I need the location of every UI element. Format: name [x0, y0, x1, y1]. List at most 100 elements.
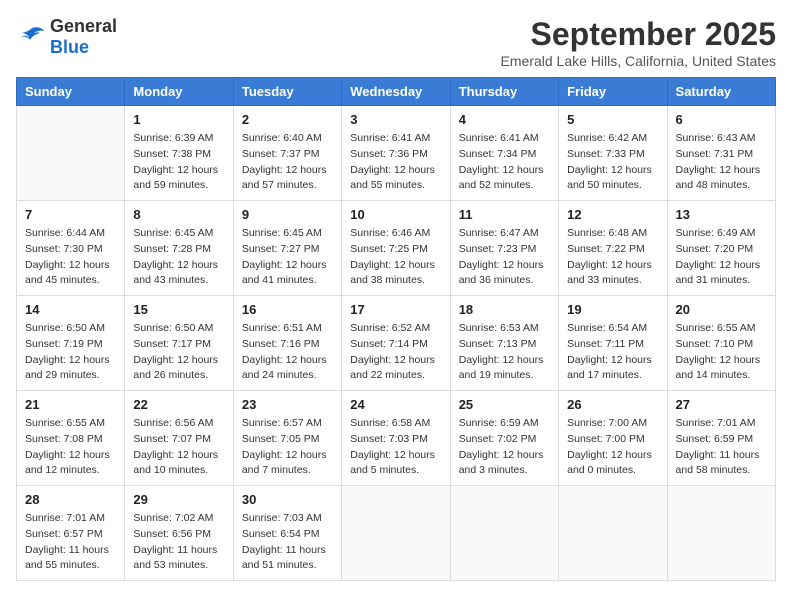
- day-number: 27: [676, 397, 767, 412]
- day-number: 12: [567, 207, 658, 222]
- day-number: 24: [350, 397, 441, 412]
- weekday-header-saturday: Saturday: [667, 78, 775, 106]
- calendar-cell: [559, 486, 667, 581]
- calendar-cell: [667, 486, 775, 581]
- calendar-cell: 12 Sunrise: 6:48 AMSunset: 7:22 PMDayligh…: [559, 201, 667, 296]
- weekday-header-row: SundayMondayTuesdayWednesdayThursdayFrid…: [17, 78, 776, 106]
- calendar-cell: 6 Sunrise: 6:43 AMSunset: 7:31 PMDaylight…: [667, 106, 775, 201]
- calendar-cell: 4 Sunrise: 6:41 AMSunset: 7:34 PMDaylight…: [450, 106, 558, 201]
- calendar-cell: 28Sunrise: 7:01 AMSunset: 6:57 PMDayligh…: [17, 486, 125, 581]
- day-info: Sunrise: 6:47 AMSunset: 7:23 PMDaylight:…: [459, 226, 550, 289]
- weekday-header-thursday: Thursday: [450, 78, 558, 106]
- day-info: Sunrise: 6:41 AMSunset: 7:34 PMDaylight:…: [459, 131, 550, 194]
- calendar-cell: 26 Sunrise: 7:00 AMSunset: 7:00 PMDayligh…: [559, 391, 667, 486]
- calendar-cell: 7 Sunrise: 6:44 AMSunset: 7:30 PMDaylight…: [17, 201, 125, 296]
- day-number: 23: [242, 397, 333, 412]
- calendar-week-row: 28Sunrise: 7:01 AMSunset: 6:57 PMDayligh…: [17, 486, 776, 581]
- calendar-cell: 1Sunrise: 6:39 AMSunset: 7:38 PMDaylight…: [125, 106, 233, 201]
- day-number: 26: [567, 397, 658, 412]
- logo-general: General: [50, 16, 117, 36]
- weekday-header-sunday: Sunday: [17, 78, 125, 106]
- day-info: Sunrise: 6:51 AMSunset: 7:16 PMDaylight:…: [242, 321, 333, 384]
- calendar-cell: 15 Sunrise: 6:50 AMSunset: 7:17 PMDayligh…: [125, 296, 233, 391]
- day-number: 8: [133, 207, 224, 222]
- day-number: 16: [242, 302, 333, 317]
- day-info: Sunrise: 6:57 AMSunset: 7:05 PMDaylight:…: [242, 416, 333, 479]
- day-number: 9: [242, 207, 333, 222]
- calendar-cell: 8 Sunrise: 6:45 AMSunset: 7:28 PMDaylight…: [125, 201, 233, 296]
- logo: General Blue: [16, 16, 117, 58]
- day-info: Sunrise: 6:44 AMSunset: 7:30 PMDaylight:…: [25, 226, 116, 289]
- calendar-cell: 13 Sunrise: 6:49 AMSunset: 7:20 PMDayligh…: [667, 201, 775, 296]
- day-number: 19: [567, 302, 658, 317]
- day-number: 29: [133, 492, 224, 507]
- calendar-cell: 16 Sunrise: 6:51 AMSunset: 7:16 PMDayligh…: [233, 296, 341, 391]
- calendar-cell: 23 Sunrise: 6:57 AMSunset: 7:05 PMDayligh…: [233, 391, 341, 486]
- day-number: 14: [25, 302, 116, 317]
- day-info: Sunrise: 6:45 AMSunset: 7:28 PMDaylight:…: [133, 226, 224, 289]
- calendar-cell: [17, 106, 125, 201]
- calendar-cell: 20Sunrise: 6:55 AMSunset: 7:10 PMDayligh…: [667, 296, 775, 391]
- month-title: September 2025: [501, 16, 776, 53]
- day-number: 21: [25, 397, 116, 412]
- calendar-week-row: 7 Sunrise: 6:44 AMSunset: 7:30 PMDaylight…: [17, 201, 776, 296]
- day-number: 1: [133, 112, 224, 127]
- day-number: 3: [350, 112, 441, 127]
- weekday-header-monday: Monday: [125, 78, 233, 106]
- day-number: 15: [133, 302, 224, 317]
- logo-blue: Blue: [50, 37, 89, 57]
- day-info: Sunrise: 7:01 AMSunset: 6:57 PMDaylight:…: [25, 511, 116, 574]
- day-info: Sunrise: 6:55 AMSunset: 7:10 PMDaylight:…: [676, 321, 767, 384]
- day-number: 6: [676, 112, 767, 127]
- calendar-cell: 21 Sunrise: 6:55 AMSunset: 7:08 PMDayligh…: [17, 391, 125, 486]
- day-info: Sunrise: 6:48 AMSunset: 7:22 PMDaylight:…: [567, 226, 658, 289]
- calendar-cell: 29 Sunrise: 7:02 AMSunset: 6:56 PMDayligh…: [125, 486, 233, 581]
- day-number: 2: [242, 112, 333, 127]
- calendar-cell: 27Sunrise: 7:01 AMSunset: 6:59 PMDayligh…: [667, 391, 775, 486]
- day-info: Sunrise: 6:41 AMSunset: 7:36 PMDaylight:…: [350, 131, 441, 194]
- day-number: 4: [459, 112, 550, 127]
- day-info: Sunrise: 7:00 AMSunset: 7:00 PMDaylight:…: [567, 416, 658, 479]
- day-info: Sunrise: 6:43 AMSunset: 7:31 PMDaylight:…: [676, 131, 767, 194]
- day-info: Sunrise: 6:45 AMSunset: 7:27 PMDaylight:…: [242, 226, 333, 289]
- day-number: 5: [567, 112, 658, 127]
- day-info: Sunrise: 6:50 AMSunset: 7:17 PMDaylight:…: [133, 321, 224, 384]
- calendar-table: SundayMondayTuesdayWednesdayThursdayFrid…: [16, 77, 776, 581]
- calendar-cell: 22 Sunrise: 6:56 AMSunset: 7:07 PMDayligh…: [125, 391, 233, 486]
- day-info: Sunrise: 6:56 AMSunset: 7:07 PMDaylight:…: [133, 416, 224, 479]
- weekday-header-wednesday: Wednesday: [342, 78, 450, 106]
- title-section: September 2025 Emerald Lake Hills, Calif…: [501, 16, 776, 69]
- calendar-cell: 17Sunrise: 6:52 AMSunset: 7:14 PMDayligh…: [342, 296, 450, 391]
- calendar-cell: 14 Sunrise: 6:50 AMSunset: 7:19 PMDayligh…: [17, 296, 125, 391]
- calendar-cell: 11 Sunrise: 6:47 AMSunset: 7:23 PMDayligh…: [450, 201, 558, 296]
- day-info: Sunrise: 6:55 AMSunset: 7:08 PMDaylight:…: [25, 416, 116, 479]
- location-subtitle: Emerald Lake Hills, California, United S…: [501, 53, 776, 69]
- calendar-cell: 19 Sunrise: 6:54 AMSunset: 7:11 PMDayligh…: [559, 296, 667, 391]
- calendar-cell: 2 Sunrise: 6:40 AMSunset: 7:37 PMDaylight…: [233, 106, 341, 201]
- day-info: Sunrise: 6:54 AMSunset: 7:11 PMDaylight:…: [567, 321, 658, 384]
- day-info: Sunrise: 6:52 AMSunset: 7:14 PMDaylight:…: [350, 321, 441, 384]
- day-info: Sunrise: 6:46 AMSunset: 7:25 PMDaylight:…: [350, 226, 441, 289]
- day-number: 11: [459, 207, 550, 222]
- calendar-cell: 9 Sunrise: 6:45 AMSunset: 7:27 PMDaylight…: [233, 201, 341, 296]
- calendar-cell: 30Sunrise: 7:03 AMSunset: 6:54 PMDayligh…: [233, 486, 341, 581]
- day-info: Sunrise: 6:50 AMSunset: 7:19 PMDaylight:…: [25, 321, 116, 384]
- day-info: Sunrise: 6:49 AMSunset: 7:20 PMDaylight:…: [676, 226, 767, 289]
- page-header: General Blue September 2025 Emerald Lake…: [16, 16, 776, 69]
- logo-text: General Blue: [50, 16, 117, 58]
- calendar-cell: 5Sunrise: 6:42 AMSunset: 7:33 PMDaylight…: [559, 106, 667, 201]
- calendar-cell: 24Sunrise: 6:58 AMSunset: 7:03 PMDayligh…: [342, 391, 450, 486]
- calendar-week-row: 21 Sunrise: 6:55 AMSunset: 7:08 PMDayligh…: [17, 391, 776, 486]
- day-info: Sunrise: 6:40 AMSunset: 7:37 PMDaylight:…: [242, 131, 333, 194]
- day-number: 7: [25, 207, 116, 222]
- weekday-header-friday: Friday: [559, 78, 667, 106]
- day-number: 22: [133, 397, 224, 412]
- day-info: Sunrise: 7:02 AMSunset: 6:56 PMDaylight:…: [133, 511, 224, 574]
- day-number: 25: [459, 397, 550, 412]
- calendar-cell: [342, 486, 450, 581]
- logo-icon: [16, 25, 46, 49]
- day-number: 13: [676, 207, 767, 222]
- day-info: Sunrise: 7:03 AMSunset: 6:54 PMDaylight:…: [242, 511, 333, 574]
- calendar-week-row: 1Sunrise: 6:39 AMSunset: 7:38 PMDaylight…: [17, 106, 776, 201]
- calendar-cell: [450, 486, 558, 581]
